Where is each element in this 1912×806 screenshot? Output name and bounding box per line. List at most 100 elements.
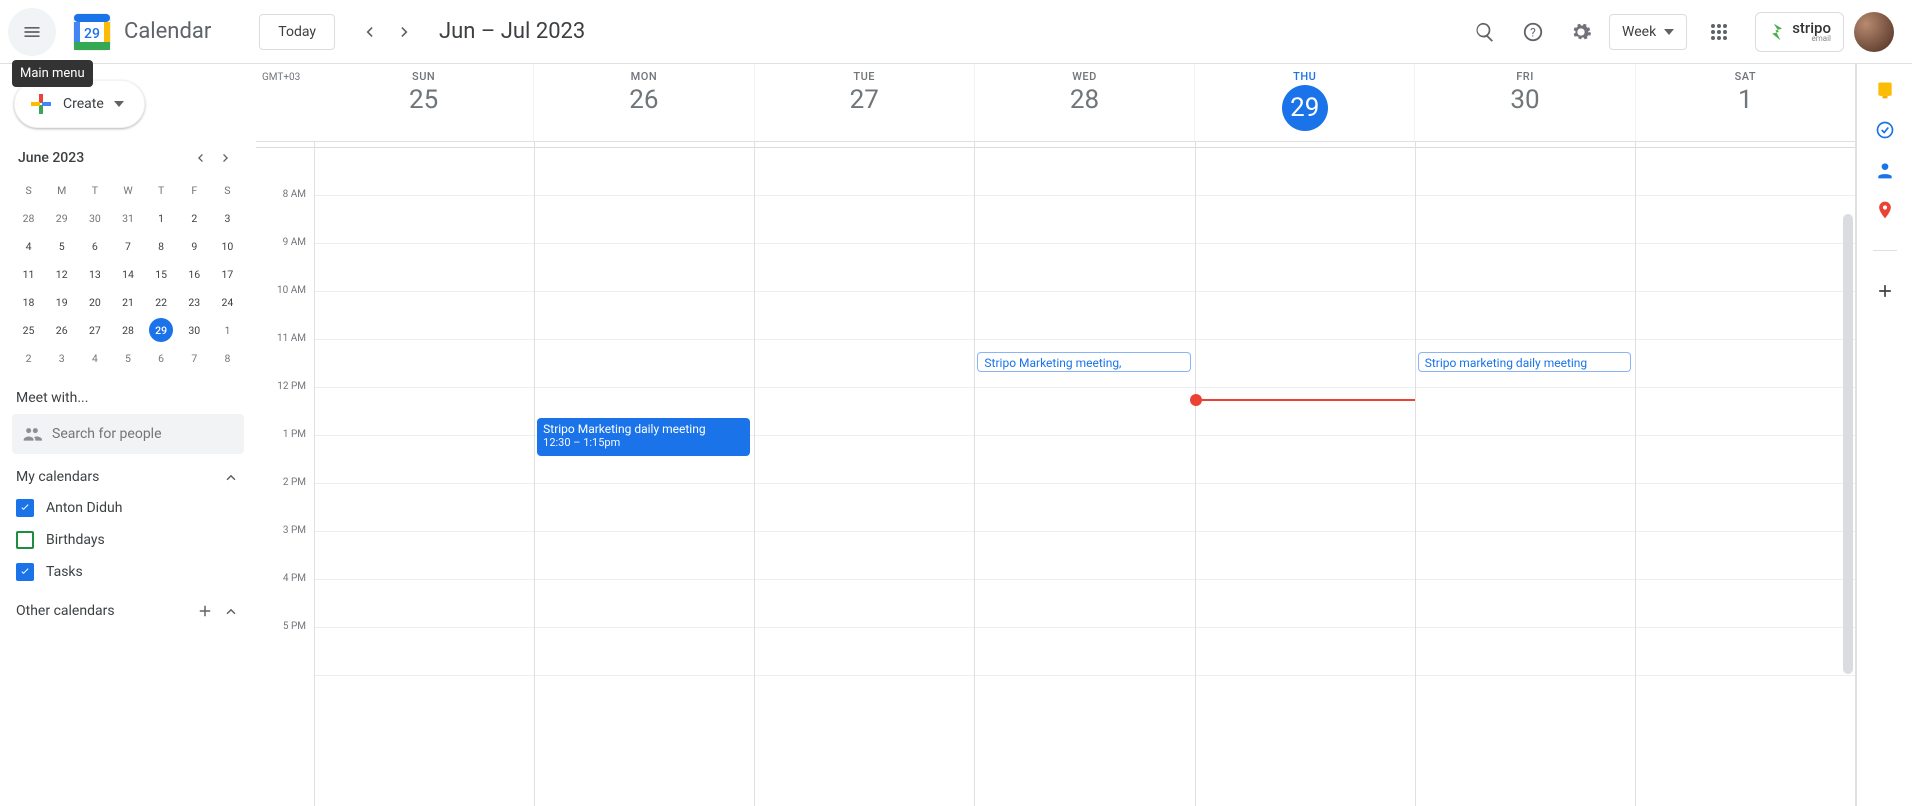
minical-day[interactable]: 24 <box>211 288 244 316</box>
minical-day[interactable]: 25 <box>12 316 45 344</box>
today-button[interactable]: Today <box>259 14 335 50</box>
minical-day[interactable]: 4 <box>78 344 111 372</box>
calendar-checkbox[interactable] <box>16 531 34 549</box>
minical-day[interactable]: 28 <box>12 204 45 232</box>
minical-day[interactable]: 5 <box>111 344 144 372</box>
minical-day[interactable]: 15 <box>145 260 178 288</box>
scrollbar-thumb[interactable] <box>1843 214 1853 674</box>
add-other-calendar[interactable] <box>196 602 214 620</box>
minical-day[interactable]: 9 <box>178 232 211 260</box>
minical-next[interactable] <box>214 146 238 170</box>
minical-day[interactable]: 14 <box>111 260 144 288</box>
collapse-my-calendars[interactable] <box>222 468 240 486</box>
tasks-icon[interactable] <box>1875 120 1895 140</box>
calendar-event[interactable]: Stripo marketing daily meeting <box>1418 352 1631 372</box>
minical-day[interactable]: 3 <box>211 204 244 232</box>
maps-icon[interactable] <box>1875 200 1895 220</box>
caret-down-icon <box>114 99 124 109</box>
minical-day[interactable]: 5 <box>45 232 78 260</box>
minical-day[interactable]: 30 <box>178 316 211 344</box>
minical-day[interactable]: 11 <box>12 260 45 288</box>
day-column[interactable] <box>314 142 534 806</box>
day-of-week: TUE <box>755 70 974 83</box>
day-column[interactable] <box>1635 142 1855 806</box>
minical-day[interactable]: 3 <box>45 344 78 372</box>
account-avatar[interactable] <box>1854 12 1894 52</box>
minical-day[interactable]: 1 <box>145 204 178 232</box>
minical-prev[interactable] <box>188 146 212 170</box>
day-header[interactable]: FRI30 <box>1414 64 1634 141</box>
minical-day[interactable]: 21 <box>111 288 144 316</box>
day-column[interactable]: Stripo Marketing meeting, <box>974 142 1194 806</box>
minical-dow: M <box>45 176 78 204</box>
day-column[interactable] <box>1195 142 1415 806</box>
minical-day[interactable]: 23 <box>178 288 211 316</box>
collapse-other-calendars[interactable] <box>222 602 240 620</box>
event-time: 12:30 – 1:15pm <box>543 436 744 449</box>
minical-day[interactable]: 4 <box>12 232 45 260</box>
calendar-event[interactable]: Stripo Marketing meeting, <box>977 352 1190 372</box>
minical-day[interactable]: 29 <box>45 204 78 232</box>
stripo-extension[interactable]: stripo email <box>1755 12 1844 52</box>
calendar-item[interactable]: Birthdays <box>12 524 244 556</box>
keep-icon[interactable] <box>1875 80 1895 100</box>
minical-day[interactable]: 6 <box>145 344 178 372</box>
day-of-week: SAT <box>1636 70 1855 83</box>
day-header[interactable]: TUE27 <box>754 64 974 141</box>
search-people-box[interactable] <box>12 414 244 454</box>
date-range-label: Jun – Jul 2023 <box>439 19 585 44</box>
search-people-input[interactable] <box>52 426 234 442</box>
day-header[interactable]: THU29 <box>1194 64 1414 141</box>
scrollbar-track[interactable] <box>1843 214 1853 796</box>
minical-day[interactable]: 29 <box>145 316 178 344</box>
minical-day[interactable]: 7 <box>111 232 144 260</box>
minical-day[interactable]: 16 <box>178 260 211 288</box>
day-column[interactable]: Stripo marketing daily meeting <box>1415 142 1635 806</box>
minical-day[interactable]: 28 <box>111 316 144 344</box>
minical-day[interactable]: 22 <box>145 288 178 316</box>
calendar-item[interactable]: Tasks <box>12 556 244 588</box>
minical-day[interactable]: 27 <box>78 316 111 344</box>
minical-day[interactable]: 8 <box>211 344 244 372</box>
day-header[interactable]: SAT1 <box>1635 64 1855 141</box>
calendar-checkbox[interactable] <box>16 499 34 517</box>
main-menu-button[interactable] <box>8 8 56 56</box>
calendar-checkbox[interactable] <box>16 563 34 581</box>
day-header[interactable]: WED28 <box>974 64 1194 141</box>
minical-day[interactable]: 2 <box>12 344 45 372</box>
plus-multicolor-icon <box>29 92 53 116</box>
minical-day[interactable]: 19 <box>45 288 78 316</box>
view-selector[interactable]: Week <box>1609 14 1687 50</box>
next-week-button[interactable] <box>389 16 421 48</box>
minical-day[interactable]: 31 <box>111 204 144 232</box>
minical-day[interactable]: 18 <box>12 288 45 316</box>
google-apps-button[interactable] <box>1699 12 1739 52</box>
minical-day[interactable]: 6 <box>78 232 111 260</box>
settings-button[interactable] <box>1561 12 1601 52</box>
minical-day[interactable]: 7 <box>178 344 211 372</box>
calendar-item[interactable]: Anton Diduh <box>12 492 244 524</box>
get-addons[interactable] <box>1875 281 1895 301</box>
search-button[interactable] <box>1465 12 1505 52</box>
minical-day[interactable]: 26 <box>45 316 78 344</box>
calendar-event[interactable]: Stripo Marketing daily meeting12:30 – 1:… <box>537 418 750 456</box>
minical-day[interactable]: 17 <box>211 260 244 288</box>
event-title: Stripo Marketing daily meeting <box>543 422 705 436</box>
prev-week-button[interactable] <box>353 16 385 48</box>
minical-day[interactable]: 2 <box>178 204 211 232</box>
create-button[interactable]: Create <box>14 80 145 128</box>
view-selector-label: Week <box>1622 24 1656 40</box>
minical-day[interactable]: 12 <box>45 260 78 288</box>
minical-day[interactable]: 13 <box>78 260 111 288</box>
minical-day[interactable]: 20 <box>78 288 111 316</box>
day-column[interactable] <box>754 142 974 806</box>
day-header[interactable]: MON26 <box>533 64 753 141</box>
minical-day[interactable]: 10 <box>211 232 244 260</box>
minical-day[interactable]: 8 <box>145 232 178 260</box>
minical-day[interactable]: 30 <box>78 204 111 232</box>
contacts-icon[interactable] <box>1875 160 1895 180</box>
minical-day[interactable]: 1 <box>211 316 244 344</box>
day-header[interactable]: SUN25 <box>314 64 533 141</box>
day-column[interactable]: Stripo Marketing daily meeting12:30 – 1:… <box>534 142 754 806</box>
support-button[interactable]: ? <box>1513 12 1553 52</box>
